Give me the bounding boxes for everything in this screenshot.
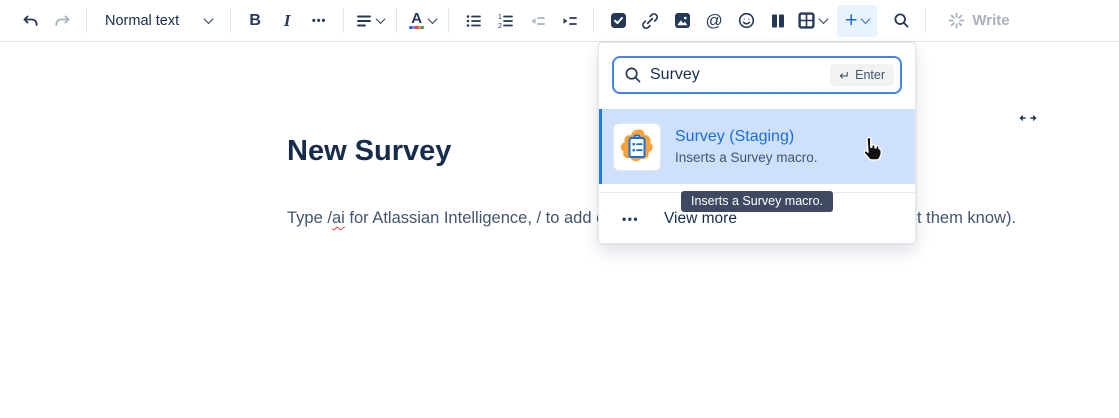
chevron-down-icon (376, 14, 386, 24)
redo-button[interactable] (46, 5, 78, 37)
table-icon (798, 12, 815, 29)
survey-macro-icon (613, 123, 661, 171)
search-icon (624, 66, 642, 84)
indent-icon (561, 13, 578, 29)
macro-result-text: Survey (Staging) Inserts a Survey macro. (675, 128, 818, 165)
enter-hint-badge: ↵ Enter (830, 64, 894, 86)
italic-button[interactable]: I (271, 5, 303, 37)
toolbar-divider (593, 8, 594, 33)
chevron-down-icon (861, 14, 871, 24)
return-key-icon: ↵ (839, 69, 850, 82)
bold-icon: B (249, 12, 261, 30)
placeholder-post: for Atlassian Intelligence, / to add e (345, 209, 606, 227)
link-icon (641, 12, 659, 30)
bullet-list-button[interactable] (457, 5, 489, 37)
text-color-dropdown[interactable]: A (405, 5, 440, 37)
insert-elements-dropdown[interactable]: + (837, 5, 877, 37)
expand-width-icon (1017, 111, 1039, 125)
mention-button[interactable]: @ (698, 5, 730, 37)
undo-icon (22, 13, 39, 29)
editor-toolbar: Normal text B I ••• A (0, 0, 1119, 42)
outdent-icon (529, 13, 546, 29)
image-icon (674, 12, 691, 29)
search-icon (893, 12, 910, 29)
macro-search-input[interactable] (650, 66, 822, 84)
toolbar-divider (86, 8, 87, 33)
bullet-list-icon (465, 13, 482, 29)
insert-image-button[interactable] (666, 5, 698, 37)
undo-button[interactable] (14, 5, 46, 37)
macro-result-title: Survey (Staging) (675, 128, 818, 146)
redo-icon (54, 13, 71, 29)
toolbar-divider (396, 8, 397, 33)
editor-width-toggle-button[interactable] (1015, 109, 1041, 127)
mention-icon: @ (706, 11, 723, 31)
text-align-dropdown[interactable] (352, 5, 388, 37)
numbered-list-button[interactable]: 1 2 (489, 5, 521, 37)
mouse-pointer-cursor (858, 136, 882, 164)
chevron-down-icon (204, 14, 214, 24)
view-more-label: View more (664, 210, 737, 228)
task-checkbox-icon (610, 12, 627, 29)
page-title[interactable]: New Survey (287, 135, 451, 168)
macro-tooltip: Inserts a Survey macro. (681, 191, 833, 212)
text-style-dropdown[interactable]: Normal text (95, 5, 222, 37)
toolbar-divider (230, 8, 231, 33)
toolbar-divider (448, 8, 449, 33)
placeholder-spellcheck-word: ai (332, 209, 345, 227)
ai-sparkle-icon (948, 12, 965, 29)
outdent-button[interactable] (521, 5, 553, 37)
editor-screen: Normal text B I ••• A (0, 0, 1119, 418)
macro-search-box[interactable]: ↵ Enter (612, 56, 902, 94)
layouts-icon (770, 13, 786, 29)
chevron-down-icon (819, 14, 829, 24)
macro-result-description: Inserts a Survey macro. (675, 150, 818, 165)
placeholder-pre: Type / (287, 209, 332, 227)
editor-placeholder-text[interactable]: Type /ai for Atlassian Intelligence, / t… (287, 209, 605, 228)
chevron-down-icon (428, 14, 438, 24)
svg-text:2: 2 (498, 23, 502, 29)
task-list-button[interactable] (602, 5, 634, 37)
toolbar-divider (925, 8, 926, 33)
overflow-icon: ••• (312, 15, 327, 27)
indent-button[interactable] (553, 5, 585, 37)
layouts-button[interactable] (762, 5, 794, 37)
plus-icon: + (845, 11, 857, 31)
enter-hint-label: Enter (855, 68, 885, 82)
text-style-label: Normal text (105, 13, 179, 29)
more-formatting-button[interactable]: ••• (303, 5, 335, 37)
ellipsis-icon: ••• (622, 212, 646, 226)
toolbar-divider (343, 8, 344, 33)
ai-write-button[interactable]: Write (938, 5, 1019, 37)
emoji-icon (738, 12, 755, 29)
ai-write-label: Write (972, 12, 1009, 29)
link-button[interactable] (634, 5, 666, 37)
align-left-icon (356, 13, 372, 29)
text-color-icon: A (409, 13, 424, 29)
table-dropdown[interactable] (794, 5, 831, 37)
bold-button[interactable]: B (239, 5, 271, 37)
find-replace-button[interactable] (885, 5, 917, 37)
numbered-list-icon: 1 2 (497, 13, 514, 29)
emoji-button[interactable] (730, 5, 762, 37)
editor-placeholder-text-fragment[interactable]: t them know). (917, 209, 1016, 228)
italic-icon: I (284, 11, 291, 31)
svg-text:1: 1 (498, 14, 502, 21)
